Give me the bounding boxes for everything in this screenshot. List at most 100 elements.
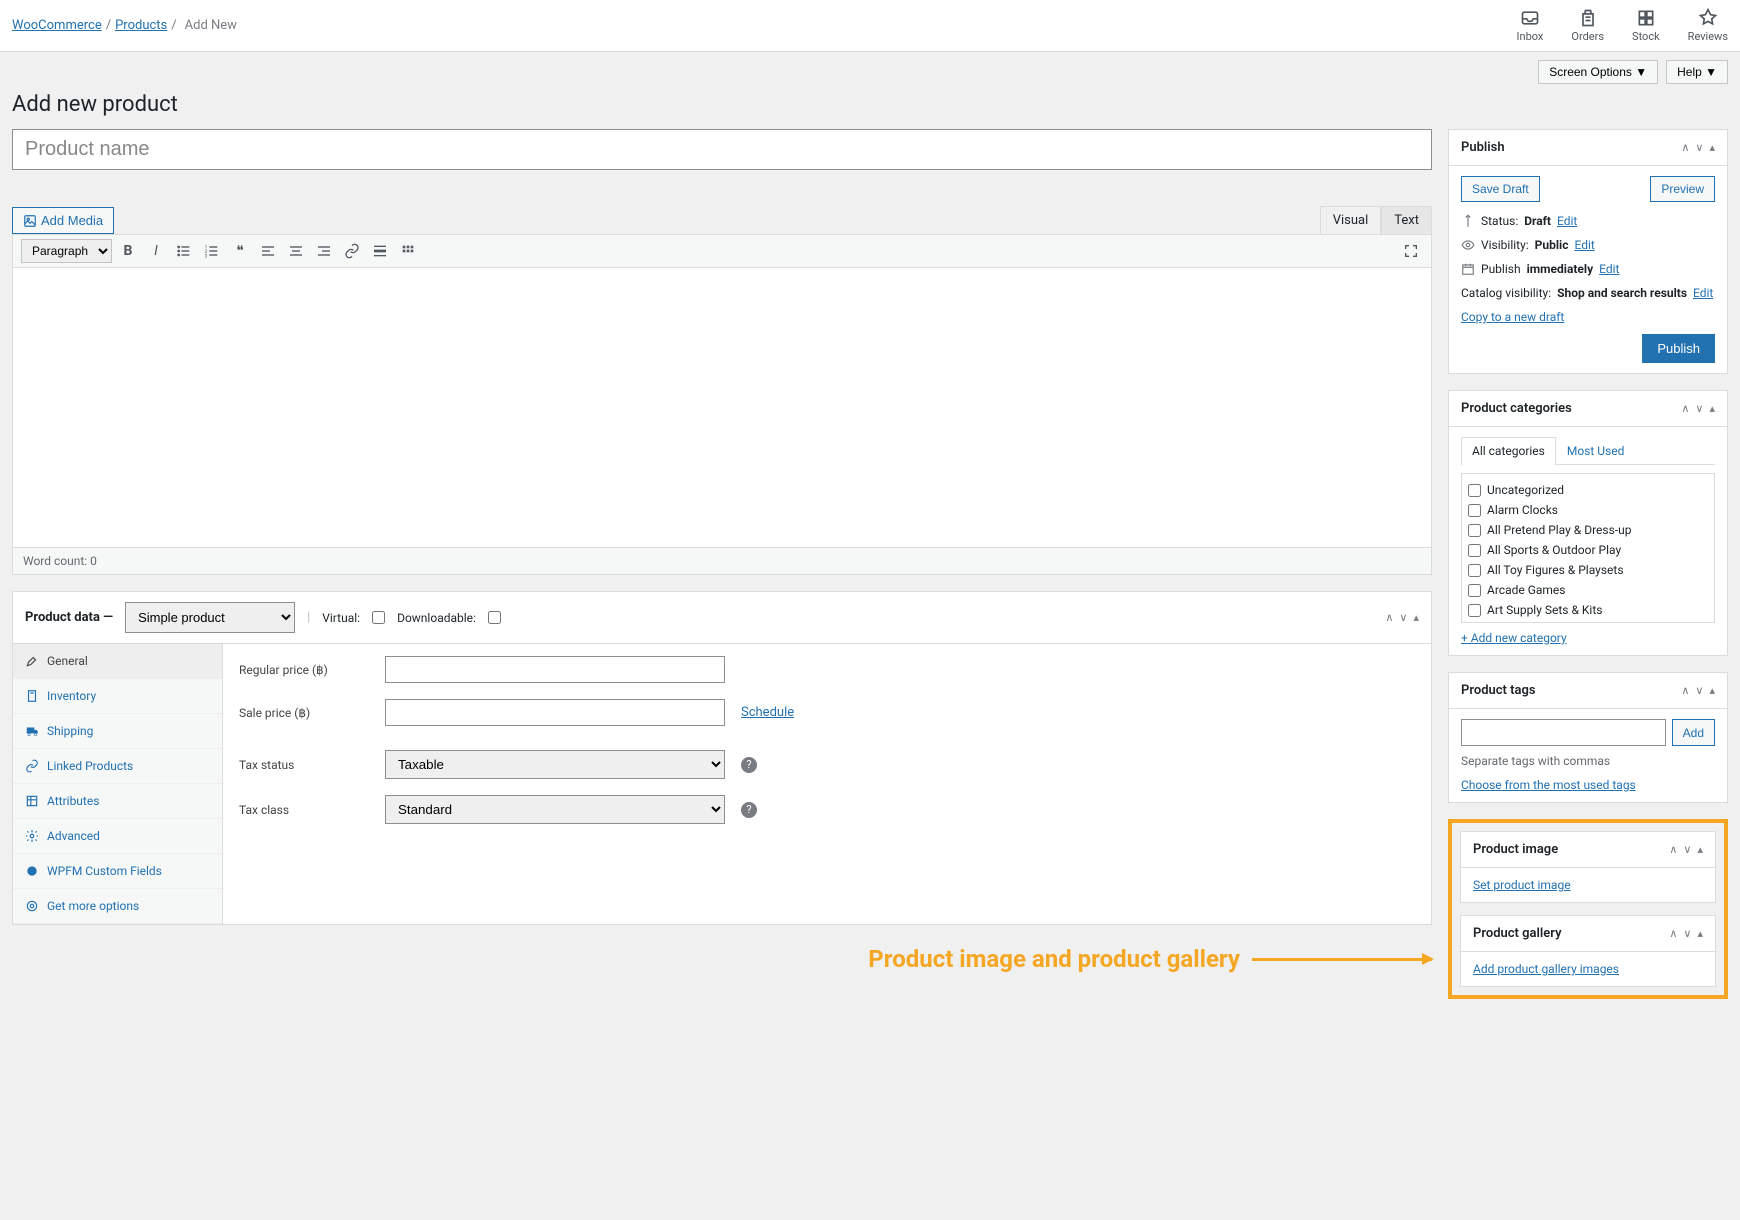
virtual-checkbox[interactable]	[372, 611, 385, 624]
down-icon[interactable]: ∨	[1695, 141, 1703, 154]
breadcrumb-addnew: Add New	[185, 18, 237, 33]
save-draft-button[interactable]: Save Draft	[1461, 176, 1540, 202]
inbox-icon[interactable]: Inbox	[1517, 8, 1544, 43]
tab-most-used[interactable]: Most Used	[1556, 437, 1636, 464]
product-type-select[interactable]: Simple product	[125, 602, 295, 633]
editor-textarea[interactable]	[12, 268, 1432, 548]
toggle-icon[interactable]: ▴	[1709, 684, 1715, 697]
add-gallery-link[interactable]: Add product gallery images	[1473, 962, 1619, 976]
category-item[interactable]: All Toy Figures & Playsets	[1468, 560, 1708, 580]
up-icon[interactable]: ∧	[1669, 927, 1677, 940]
product-name-input[interactable]	[12, 129, 1432, 170]
down-icon[interactable]: ∨	[1695, 684, 1703, 697]
link-icon[interactable]	[340, 239, 364, 263]
toggle-icon[interactable]: ▴	[1709, 141, 1715, 154]
edit-catalog-link[interactable]: Edit	[1693, 286, 1713, 300]
schedule-link[interactable]: Schedule	[741, 705, 794, 720]
up-icon[interactable]: ∧	[1681, 684, 1689, 697]
up-icon[interactable]: ∧	[1385, 611, 1393, 624]
tab-shipping[interactable]: Shipping	[13, 714, 222, 749]
tags-title: Product tags	[1461, 683, 1536, 698]
choose-tags-link[interactable]: Choose from the most used tags	[1461, 778, 1636, 792]
categories-title: Product categories	[1461, 401, 1572, 416]
more-icon[interactable]	[368, 239, 392, 263]
orders-icon[interactable]: Orders	[1571, 8, 1604, 43]
reviews-icon[interactable]: Reviews	[1688, 8, 1728, 43]
toggle-icon[interactable]: ▴	[1709, 402, 1715, 415]
breadcrumb-woo[interactable]: WooCommerce	[12, 18, 102, 33]
up-icon[interactable]: ∧	[1669, 843, 1677, 856]
align-right-icon[interactable]	[312, 239, 336, 263]
category-checkbox[interactable]	[1468, 504, 1481, 517]
toolbar-toggle-icon[interactable]	[396, 239, 420, 263]
help-icon[interactable]: ?	[741, 802, 757, 818]
up-icon[interactable]: ∧	[1681, 402, 1689, 415]
bold-icon[interactable]: B	[116, 239, 140, 263]
category-item[interactable]: Arts & Crafts	[1468, 620, 1708, 623]
tag-hint: Separate tags with commas	[1461, 754, 1715, 768]
tax-status-select[interactable]: Taxable	[385, 750, 725, 779]
down-icon[interactable]: ∨	[1695, 402, 1703, 415]
tab-wpfm[interactable]: WPFM Custom Fields	[13, 854, 222, 889]
category-item[interactable]: Arcade Games	[1468, 580, 1708, 600]
tab-inventory[interactable]: Inventory	[13, 679, 222, 714]
tab-advanced[interactable]: Advanced	[13, 819, 222, 854]
down-icon[interactable]: ∨	[1683, 843, 1691, 856]
tab-more-options[interactable]: Get more options	[13, 889, 222, 924]
edit-status-link[interactable]: Edit	[1557, 214, 1577, 228]
set-product-image-link[interactable]: Set product image	[1473, 878, 1571, 892]
tab-general[interactable]: General	[13, 644, 222, 679]
category-item[interactable]: Art Supply Sets & Kits	[1468, 600, 1708, 620]
edit-visibility-link[interactable]: Edit	[1574, 238, 1594, 252]
align-left-icon[interactable]	[256, 239, 280, 263]
regular-price-input[interactable]	[385, 656, 725, 683]
category-checkbox[interactable]	[1468, 484, 1481, 497]
preview-button[interactable]: Preview	[1650, 176, 1715, 202]
toggle-icon[interactable]: ▴	[1413, 611, 1419, 624]
category-checkbox[interactable]	[1468, 564, 1481, 577]
breadcrumb-products[interactable]: Products	[115, 18, 167, 33]
add-media-button[interactable]: Add Media	[12, 207, 114, 234]
tab-attributes[interactable]: Attributes	[13, 784, 222, 819]
toggle-icon[interactable]: ▴	[1697, 843, 1703, 856]
italic-icon[interactable]: I	[144, 239, 168, 263]
tab-linked[interactable]: Linked Products	[13, 749, 222, 784]
down-icon[interactable]: ∨	[1399, 611, 1407, 624]
screen-options-button[interactable]: Screen Options ▼	[1538, 60, 1658, 84]
add-category-link[interactable]: + Add new category	[1461, 631, 1567, 645]
quote-icon[interactable]: ❝	[228, 239, 252, 263]
category-item[interactable]: All Sports & Outdoor Play	[1468, 540, 1708, 560]
downloadable-checkbox[interactable]	[488, 611, 501, 624]
tab-visual[interactable]: Visual	[1320, 206, 1382, 234]
bullet-list-icon[interactable]	[172, 239, 196, 263]
number-list-icon[interactable]: 123	[200, 239, 224, 263]
breadcrumb: WooCommerce/Products/Add New	[12, 18, 241, 33]
category-item[interactable]: All Pretend Play & Dress-up	[1468, 520, 1708, 540]
publish-button[interactable]: Publish	[1642, 334, 1715, 363]
annotation-label: Product image and product gallery	[12, 945, 1240, 973]
copy-draft-link[interactable]: Copy to a new draft	[1461, 310, 1564, 324]
toggle-icon[interactable]: ▴	[1697, 927, 1703, 940]
down-icon[interactable]: ∨	[1683, 927, 1691, 940]
format-select[interactable]: Paragraph	[21, 239, 112, 263]
tab-text[interactable]: Text	[1381, 206, 1432, 234]
help-button[interactable]: Help ▼	[1666, 60, 1728, 84]
tag-input[interactable]	[1461, 719, 1666, 746]
fullscreen-icon[interactable]	[1399, 239, 1423, 263]
tab-all-categories[interactable]: All categories	[1461, 437, 1556, 465]
category-checkbox[interactable]	[1468, 584, 1481, 597]
add-tag-button[interactable]: Add	[1672, 719, 1715, 746]
word-count: Word count: 0	[12, 548, 1432, 575]
help-icon[interactable]: ?	[741, 757, 757, 773]
category-item[interactable]: Alarm Clocks	[1468, 500, 1708, 520]
tax-class-select[interactable]: Standard	[385, 795, 725, 824]
edit-publish-link[interactable]: Edit	[1599, 262, 1619, 276]
category-item[interactable]: Uncategorized	[1468, 480, 1708, 500]
category-checkbox[interactable]	[1468, 604, 1481, 617]
up-icon[interactable]: ∧	[1681, 141, 1689, 154]
align-center-icon[interactable]	[284, 239, 308, 263]
category-checkbox[interactable]	[1468, 524, 1481, 537]
stock-icon[interactable]: Stock	[1632, 8, 1660, 43]
sale-price-input[interactable]	[385, 699, 725, 726]
category-checkbox[interactable]	[1468, 544, 1481, 557]
